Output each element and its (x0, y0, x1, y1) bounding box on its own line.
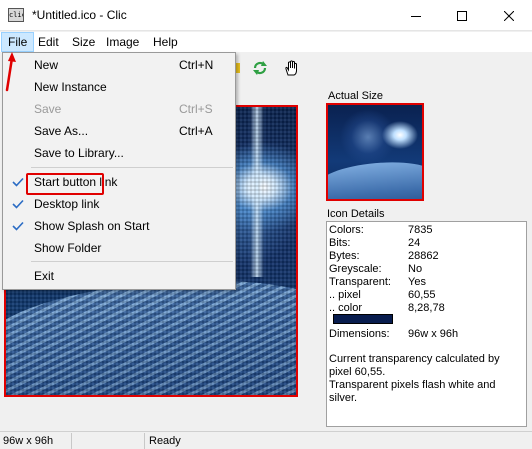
detail-key-pixel: .. pixel (329, 289, 361, 301)
menu-item-label: Exit (34, 269, 55, 283)
transparency-note: Current transparency calculated by pixel… (329, 353, 500, 404)
menu-separator (31, 167, 233, 168)
menu-item-new-instance[interactable]: New Instance (3, 76, 235, 98)
menu-item-shortcut: Ctrl+N (179, 58, 214, 72)
menu-item-save-to-library[interactable]: Save to Library... (3, 142, 235, 164)
maximize-icon (457, 10, 467, 21)
menu-item-label: Save to Library... (34, 146, 124, 160)
detail-key-dimensions: Dimensions: (329, 328, 390, 340)
detail-value-color: 8,28,78 (408, 302, 445, 314)
detail-value-transparent: Yes (408, 276, 426, 288)
detail-value-bytes: 28862 (408, 250, 439, 262)
minimize-button[interactable] (393, 0, 439, 31)
detail-key-bytes: Bytes: (329, 250, 360, 262)
maximize-button[interactable] (439, 0, 485, 31)
detail-key-greyscale: Greyscale: (329, 263, 382, 275)
menu-item-save-as[interactable]: Save As... Ctrl+A (3, 120, 235, 142)
detail-value-pixel: 60,55 (408, 289, 436, 301)
app-icon[interactable]: clic (8, 8, 24, 22)
detail-value-colors: 7835 (408, 224, 433, 236)
menu-help[interactable]: Help (147, 32, 184, 52)
menu-item-shortcut: Ctrl+A (179, 124, 213, 138)
status-text: Ready (149, 435, 181, 447)
icon-details-label: Icon Details (327, 208, 385, 220)
menu-edit[interactable]: Edit (32, 32, 65, 52)
window-title: *Untitled.ico - Clic (32, 8, 127, 22)
save-as-highlight-annotation (26, 173, 104, 195)
actual-size-preview (326, 103, 424, 201)
checkmark-icon (12, 199, 24, 209)
detail-key-bits: Bits: (329, 237, 351, 249)
detail-value-dimensions: 96w x 96h (408, 328, 459, 340)
close-button[interactable] (486, 0, 532, 31)
menu-bar: File Edit Size Image Help (0, 32, 532, 52)
checkmark-icon (12, 177, 24, 187)
menu-item-label: Desktop link (34, 197, 100, 211)
refresh-icon[interactable] (250, 59, 270, 77)
actual-size-label: Actual Size (328, 90, 384, 102)
transparent-color-swatch (333, 314, 393, 324)
menu-item-exit[interactable]: Exit (3, 265, 235, 287)
menu-item-label: Save As... (34, 124, 89, 138)
menu-item-show-splash[interactable]: Show Splash on Start (3, 215, 235, 237)
menu-item-label: New Instance (34, 80, 107, 94)
detail-key-transparent: Transparent: (329, 276, 391, 288)
detail-key-colors: Colors: (329, 224, 364, 236)
status-middle (73, 433, 145, 449)
menu-image[interactable]: Image (100, 32, 145, 52)
detail-value-greyscale: No (408, 263, 423, 275)
menu-file[interactable]: File (1, 32, 35, 52)
checkmark-icon (12, 221, 24, 231)
detail-value-bits: 24 (408, 237, 421, 249)
icon-details-panel: Colors: 7835 Bits: 24 Bytes: 28862 Greys… (326, 221, 527, 427)
menu-item-label: New (34, 58, 59, 72)
minimize-icon (411, 15, 421, 17)
menu-item-desktop-link[interactable]: Desktop link (3, 193, 235, 215)
status-bar: 96w x 96h Ready (0, 431, 532, 449)
menu-separator (31, 261, 233, 262)
menu-item-label: Show Folder (34, 241, 102, 255)
file-menu-dropdown: New Ctrl+N New Instance Save Ctrl+S Save… (2, 52, 236, 290)
menu-item-shortcut: Ctrl+S (179, 102, 213, 116)
close-icon (504, 10, 514, 21)
menu-size[interactable]: Size (66, 32, 101, 52)
menu-item-label: Save (34, 102, 62, 116)
annotation-arrow-icon (5, 52, 16, 92)
status-size: 96w x 96h (0, 433, 72, 449)
menu-item-label: Show Splash on Start (34, 219, 150, 233)
hand-icon[interactable] (282, 59, 302, 77)
menu-item-show-folder[interactable]: Show Folder (3, 237, 235, 259)
menu-item-save[interactable]: Save Ctrl+S (3, 98, 235, 120)
title-bar: clic *Untitled.ico - Clic (0, 0, 532, 31)
menu-item-new[interactable]: New Ctrl+N (3, 54, 235, 76)
